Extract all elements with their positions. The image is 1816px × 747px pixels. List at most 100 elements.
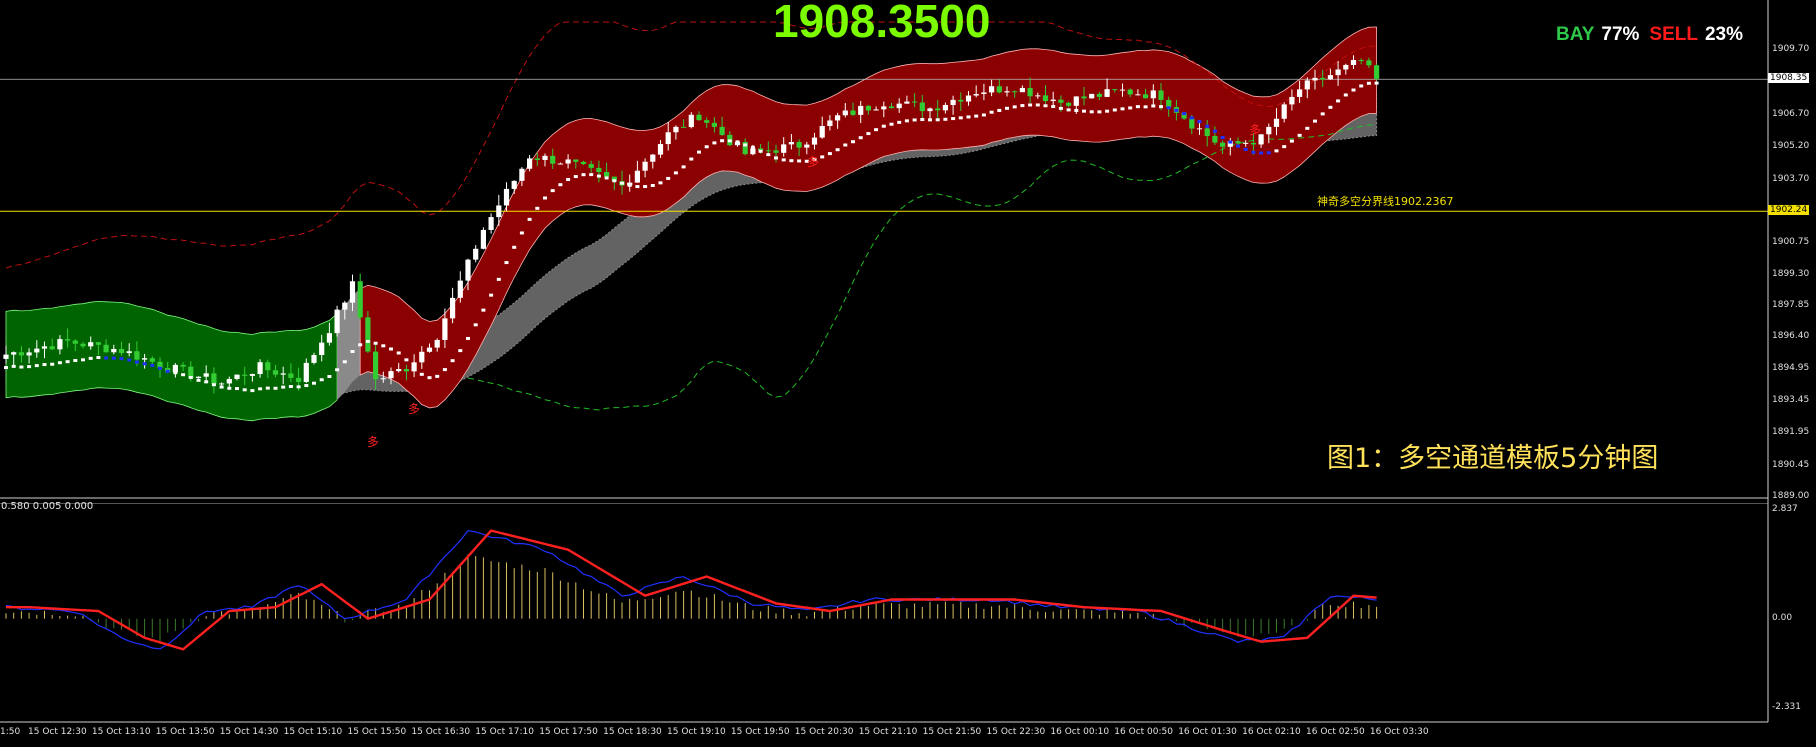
stop-marker — [1320, 112, 1325, 116]
candle-body — [503, 188, 510, 206]
candle-body — [149, 358, 155, 362]
candle-body — [904, 101, 910, 104]
candle-body — [11, 352, 17, 355]
candle-body — [519, 168, 525, 181]
candle-body — [142, 358, 148, 360]
candle-body — [1289, 96, 1295, 105]
long-signal-mark: 多 — [367, 435, 380, 449]
boundary-price-tag: 1902.24 — [1768, 205, 1810, 216]
candle-body — [858, 105, 864, 115]
candle-body — [1096, 93, 1102, 97]
stop-marker — [943, 117, 948, 121]
stop-marker — [727, 139, 732, 143]
chart-canvas[interactable] — [0, 0, 1816, 747]
candle-body — [1281, 104, 1287, 119]
stop-marker — [774, 156, 778, 160]
candle-body — [1042, 95, 1049, 102]
candle-body — [1119, 89, 1126, 91]
stop-marker — [435, 374, 440, 378]
candle-body — [496, 205, 502, 218]
time-tick-label: 15 Oct 17:50 — [539, 727, 598, 737]
candle-body — [357, 281, 363, 318]
stop-marker — [1128, 106, 1133, 110]
stop-marker — [1166, 106, 1171, 110]
stop-marker — [127, 358, 132, 362]
stop-marker — [327, 374, 332, 378]
stop-marker — [1313, 119, 1317, 123]
candle-body — [711, 122, 717, 127]
stop-marker — [1028, 103, 1033, 107]
stop-marker — [820, 155, 825, 159]
candle-body — [111, 348, 117, 353]
candle-body — [480, 229, 486, 249]
stop-marker — [1228, 140, 1233, 144]
candle-body — [835, 115, 841, 121]
stop-marker — [427, 376, 432, 380]
candle-body — [1035, 95, 1041, 97]
stop-marker — [288, 385, 293, 389]
candle-body — [450, 297, 456, 319]
stop-marker — [412, 364, 417, 368]
stop-marker — [627, 183, 632, 187]
candle-body — [1158, 90, 1164, 100]
stop-marker — [889, 122, 894, 126]
time-tick-label: 15 Oct 19:10 — [667, 727, 726, 737]
stop-marker — [835, 148, 840, 152]
stop-marker — [958, 116, 963, 120]
candle-body — [765, 150, 771, 152]
candle-body — [226, 379, 232, 384]
stop-marker — [558, 183, 563, 187]
candle-body — [1374, 65, 1380, 79]
stop-marker — [42, 363, 47, 367]
candle-body — [396, 369, 402, 372]
stop-marker — [111, 356, 116, 360]
stop-marker — [1243, 147, 1248, 151]
time-tick-label: 15 Oct 20:30 — [794, 727, 854, 737]
candle-body — [126, 351, 132, 354]
candle-body — [95, 342, 101, 345]
stop-marker — [1251, 150, 1256, 154]
time-tick-label: 15 Oct 13:50 — [155, 727, 215, 737]
candle-body — [434, 339, 440, 348]
stop-marker — [974, 114, 979, 118]
stop-marker — [1151, 104, 1156, 108]
oscillator-tick-label: -2.331 — [1772, 702, 1802, 712]
stop-marker — [789, 159, 794, 163]
candle-body — [657, 144, 664, 155]
boundary-line-label: 神奇多空分界线1902.2367 — [1317, 195, 1454, 208]
candle-body — [1204, 128, 1210, 137]
candle-body — [326, 333, 332, 343]
candle-body — [534, 158, 540, 161]
candle-body — [1189, 118, 1195, 129]
bay-label: BAY — [1556, 24, 1595, 45]
time-tick-label: 15 Oct 15:50 — [347, 727, 407, 737]
candle-body — [1358, 59, 1364, 61]
stop-marker — [27, 365, 32, 369]
candle-body — [80, 343, 86, 347]
stop-marker — [34, 364, 39, 368]
stop-marker — [766, 153, 771, 157]
stop-marker — [851, 140, 855, 144]
candle-body — [565, 159, 571, 164]
stop-marker — [543, 196, 547, 200]
stop-marker — [1297, 133, 1302, 137]
time-tick-label: 15 Oct 16:30 — [411, 727, 471, 737]
stop-marker — [1143, 105, 1148, 109]
candle-body — [750, 148, 756, 155]
stop-marker — [1120, 107, 1125, 111]
stop-marker — [1189, 116, 1194, 120]
stop-marker — [57, 361, 62, 365]
stop-marker — [781, 158, 786, 162]
stop-marker — [689, 157, 694, 161]
stop-marker — [1282, 145, 1287, 149]
stop-marker — [489, 293, 494, 297]
candle-body — [896, 103, 902, 109]
candle-body — [719, 126, 725, 135]
candle-body — [912, 101, 918, 103]
stop-marker — [1012, 105, 1017, 109]
candle-body — [1081, 96, 1087, 99]
candle-body — [681, 126, 687, 128]
candle-body — [527, 158, 533, 169]
stop-marker — [296, 385, 301, 389]
stop-marker — [258, 387, 263, 391]
